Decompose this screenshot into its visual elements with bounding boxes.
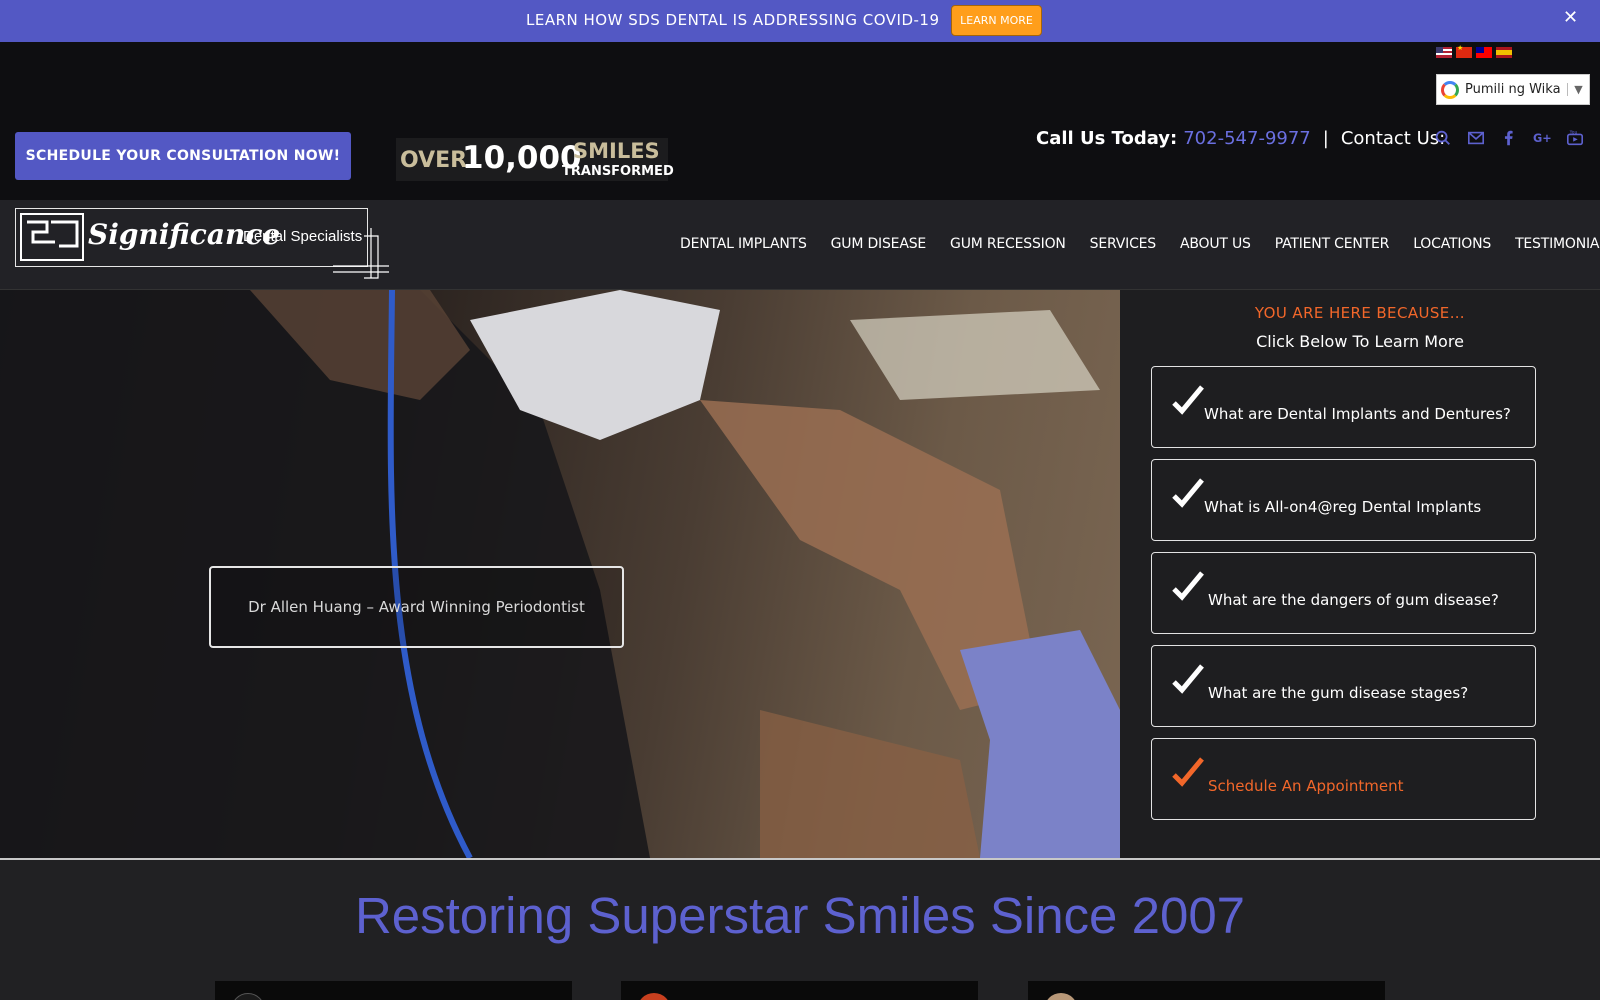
checkmark-icon [1172, 664, 1204, 694]
checkmark-icon [1172, 757, 1204, 787]
facebook-icon[interactable] [1498, 127, 1520, 149]
question-all-on-4[interactable]: What is All-on4@reg Dental Implants [1151, 459, 1536, 541]
us-flag-icon[interactable] [1436, 47, 1452, 58]
smiles-transformed: TRANSFORMED [562, 164, 674, 179]
contact-label: Contact Us: [1340, 128, 1446, 149]
nav-locations[interactable]: LOCATIONS [1413, 236, 1491, 252]
taiwan-flag-icon[interactable] [1476, 47, 1492, 58]
hero-caption: Dr Allen Huang – Award Winning Periodont… [209, 566, 624, 648]
main-navbar: Significance Dental Specialists DENTAL I… [0, 200, 1600, 290]
question-gum-disease-dangers[interactable]: What are the dangers of gum disease? [1151, 552, 1536, 634]
announcement-text: LEARN HOW SDS DENTAL IS ADDRESSING COVID… [526, 11, 940, 29]
youtube-icon[interactable]: You [1564, 127, 1586, 149]
learn-more-button[interactable]: LEARN MORE [951, 5, 1042, 36]
call-label: Call Us Today: [1036, 128, 1178, 149]
question-gum-disease-stages[interactable]: What are the gum disease stages? [1151, 645, 1536, 727]
schedule-consultation-button[interactable]: SCHEDULE YOUR CONSULTATION NOW! [15, 132, 351, 180]
logo-tagline: Dental Specialists [243, 228, 362, 245]
site-header: Pumili ng Wika ▼ SCHEDULE YOUR CONSULTAT… [0, 42, 1600, 200]
phone-link[interactable]: 702-547-9977 [1183, 128, 1311, 149]
schedule-appointment-link[interactable]: Schedule An Appointment [1151, 738, 1536, 820]
checkmark-icon [1172, 478, 1204, 508]
separator: | [1322, 128, 1329, 149]
chevron-down-icon: ▼ [1567, 83, 1589, 96]
site-logo[interactable]: Significance Dental Specialists [15, 208, 391, 280]
question-label: What is All-on4@reg Dental Implants [1204, 498, 1482, 516]
nav-about-us[interactable]: ABOUT US [1180, 236, 1251, 252]
smiles-word: SMILES [573, 139, 660, 163]
nav-dental-implants[interactable]: DENTAL IMPLANTS [680, 236, 807, 252]
nav-services[interactable]: SERVICES [1090, 236, 1157, 252]
feature-card[interactable] [1028, 981, 1385, 1000]
question-dental-implants[interactable]: What are Dental Implants and Dentures? [1151, 366, 1536, 448]
nav-testimonials[interactable]: TESTIMONIALS [1515, 236, 1600, 252]
china-flag-icon[interactable] [1456, 44, 1472, 58]
search-icon[interactable] [1432, 127, 1454, 149]
nav-patient-center[interactable]: PATIENT CENTER [1275, 236, 1390, 252]
language-select[interactable]: Pumili ng Wika ▼ [1436, 74, 1590, 105]
svg-text:You: You [1569, 130, 1578, 136]
question-label: What are the gum disease stages? [1208, 684, 1469, 702]
spain-flag-icon[interactable] [1496, 47, 1512, 58]
panel-kicker: YOU ARE HERE BECAUSE… [1254, 304, 1466, 322]
call-us: Call Us Today: 702-547-9977 | Contact Us… [1036, 128, 1445, 149]
panel-subtitle: Click Below To Learn More [1256, 332, 1464, 351]
feature-card[interactable] [215, 981, 572, 1000]
card-avatar [1044, 993, 1078, 1000]
close-icon[interactable]: ✕ [1563, 7, 1578, 28]
nav-gum-disease[interactable]: GUM DISEASE [831, 236, 927, 252]
card-avatar [231, 993, 265, 1000]
primary-nav: DENTAL IMPLANTS GUM DISEASE GUM RECESSIO… [680, 236, 1600, 252]
nav-gum-recession[interactable]: GUM RECESSION [950, 236, 1066, 252]
learn-more-panel: YOU ARE HERE BECAUSE… Click Below To Lea… [1120, 290, 1600, 858]
google-icon [1441, 80, 1459, 99]
hero-video[interactable]: Dr Allen Huang – Award Winning Periodont… [0, 290, 1120, 858]
smiles-over-text: OVER [400, 148, 468, 173]
language-flags [1436, 44, 1512, 58]
language-select-value: Pumili ng Wika [1465, 82, 1561, 97]
section-headline: Restoring Superstar Smiles Since 2007 [354, 887, 1246, 944]
question-label: What are Dental Implants and Dentures? [1204, 405, 1511, 423]
mail-icon[interactable] [1465, 127, 1487, 149]
svg-text:G+: G+ [1533, 132, 1551, 145]
intro-section: Restoring Superstar Smiles Since 2007 [0, 860, 1600, 1000]
checkmark-icon [1172, 571, 1204, 601]
question-label: Schedule An Appointment [1208, 777, 1404, 795]
contact-icons: G+ You [1432, 127, 1586, 149]
smiles-badge: OVER 10,000 SMILES TRANSFORMED [396, 138, 674, 181]
feature-card[interactable] [621, 981, 978, 1000]
checkmark-icon [1172, 385, 1204, 415]
question-label: What are the dangers of gum disease? [1208, 591, 1499, 609]
google-plus-icon[interactable]: G+ [1531, 127, 1553, 149]
card-avatar [637, 993, 671, 1000]
announcement-bar: LEARN HOW SDS DENTAL IS ADDRESSING COVID… [0, 0, 1600, 42]
